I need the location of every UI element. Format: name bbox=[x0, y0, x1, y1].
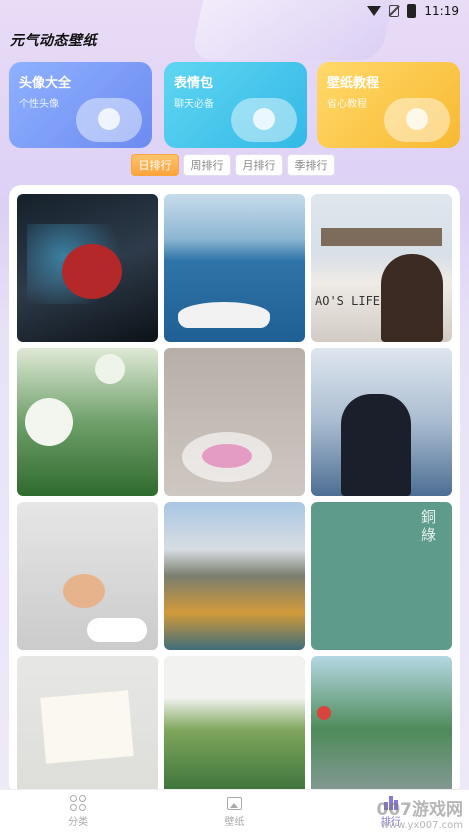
sim-off-icon bbox=[389, 5, 400, 17]
nav-item-category[interactable]: 分类 bbox=[18, 795, 138, 828]
wallpaper-tile-neon-city[interactable] bbox=[17, 194, 158, 342]
wallpaper-tile-anime-street[interactable] bbox=[311, 656, 452, 795]
book-illustration-icon bbox=[384, 98, 450, 142]
wallpaper-tile-sea-umbrella[interactable] bbox=[164, 194, 305, 342]
nav-item-wallpaper[interactable]: 壁纸 bbox=[174, 795, 294, 828]
feature-cards: 头像大全 个性头像 表情包 聊天必备 壁纸教程 省心教程 bbox=[9, 62, 460, 150]
ranking-tabs: 日排行 周排行 月排行 季排行 bbox=[131, 154, 335, 176]
status-time: 11:19 bbox=[424, 4, 459, 18]
wifi-icon bbox=[367, 6, 382, 16]
watermark-url: www.yx007.com bbox=[380, 820, 463, 831]
wallpaper-tile-dried-flower[interactable] bbox=[17, 502, 158, 650]
app-title: 元气动态壁纸 bbox=[10, 33, 97, 49]
wallpaper-tile-flower-cup[interactable] bbox=[164, 348, 305, 496]
wallpaper-image-icon bbox=[226, 795, 242, 811]
avatar-illustration-icon bbox=[76, 98, 142, 142]
tutorial-card[interactable]: 壁纸教程 省心教程 bbox=[317, 62, 460, 148]
wallpaper-tile-mountains[interactable] bbox=[164, 502, 305, 650]
watermark: 007游戏网 www.yx007.com bbox=[377, 795, 464, 831]
wallpaper-tile-hills[interactable] bbox=[164, 656, 305, 795]
sign-text: AO'S LIFE bbox=[315, 294, 381, 308]
wallpaper-tile-man-skyline[interactable] bbox=[311, 348, 452, 496]
category-grid-icon bbox=[70, 795, 87, 811]
status-bar: 11:19 bbox=[0, 0, 469, 22]
watermark-brand: 007游戏网 bbox=[376, 800, 464, 820]
emoji-card-title: 表情包 bbox=[174, 76, 214, 91]
avatar-card[interactable]: 头像大全 个性头像 bbox=[9, 62, 152, 148]
wallpaper-tile-dandelions[interactable] bbox=[17, 348, 158, 496]
tutorial-card-title: 壁纸教程 bbox=[327, 76, 380, 91]
nav-label-wallpaper: 壁纸 bbox=[224, 817, 245, 828]
emoji-illustration-icon bbox=[231, 98, 297, 142]
wallpaper-tile-woman-hat[interactable]: AO'S LIFE bbox=[311, 194, 452, 342]
emoji-card[interactable]: 表情包 聊天必备 bbox=[164, 62, 307, 148]
avatar-card-title: 头像大全 bbox=[19, 76, 72, 91]
tab-weekly[interactable]: 周排行 bbox=[183, 154, 231, 176]
wallpaper-panel: AO'S LIFE 銅綠 bbox=[9, 185, 460, 795]
tab-quarterly[interactable]: 季排行 bbox=[287, 154, 335, 176]
nav-label-category: 分类 bbox=[68, 817, 89, 828]
tab-daily[interactable]: 日排行 bbox=[131, 154, 179, 176]
wallpaper-tile-green[interactable]: 銅綠 bbox=[311, 502, 452, 650]
wallpaper-tile-paper[interactable] bbox=[17, 656, 158, 795]
battery-icon bbox=[407, 4, 417, 18]
tab-monthly[interactable]: 月排行 bbox=[235, 154, 283, 176]
green-tile-text: 銅綠 bbox=[421, 508, 437, 544]
